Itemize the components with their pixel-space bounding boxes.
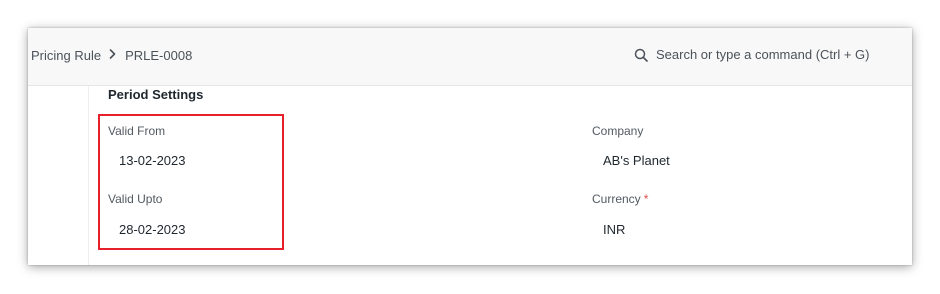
search-icon [634, 48, 648, 62]
divider [88, 86, 89, 265]
breadcrumb: Pricing Rule PRLE-0008 [31, 48, 192, 63]
currency-label: Currency * [592, 192, 648, 206]
form-window: Pricing Rule PRLE-0008 Search or type a … [28, 28, 912, 265]
currency-field[interactable]: INR [603, 222, 625, 237]
company-label: Company [592, 124, 644, 138]
chevron-right-icon [109, 49, 116, 62]
currency-label-text: Currency [592, 192, 641, 206]
required-indicator: * [643, 192, 649, 206]
company-field[interactable]: AB's Planet [603, 153, 670, 168]
search-input[interactable]: Search or type a command (Ctrl + G) [656, 47, 870, 62]
breadcrumb-document-id[interactable]: PRLE-0008 [125, 48, 192, 63]
breadcrumb-pricing-rule[interactable]: Pricing Rule [31, 48, 101, 63]
highlight-box [98, 114, 284, 250]
search-bar[interactable]: Search or type a command (Ctrl + G) [634, 47, 870, 62]
navbar: Pricing Rule PRLE-0008 Search or type a … [28, 28, 912, 86]
section-title: Period Settings [108, 87, 204, 102]
